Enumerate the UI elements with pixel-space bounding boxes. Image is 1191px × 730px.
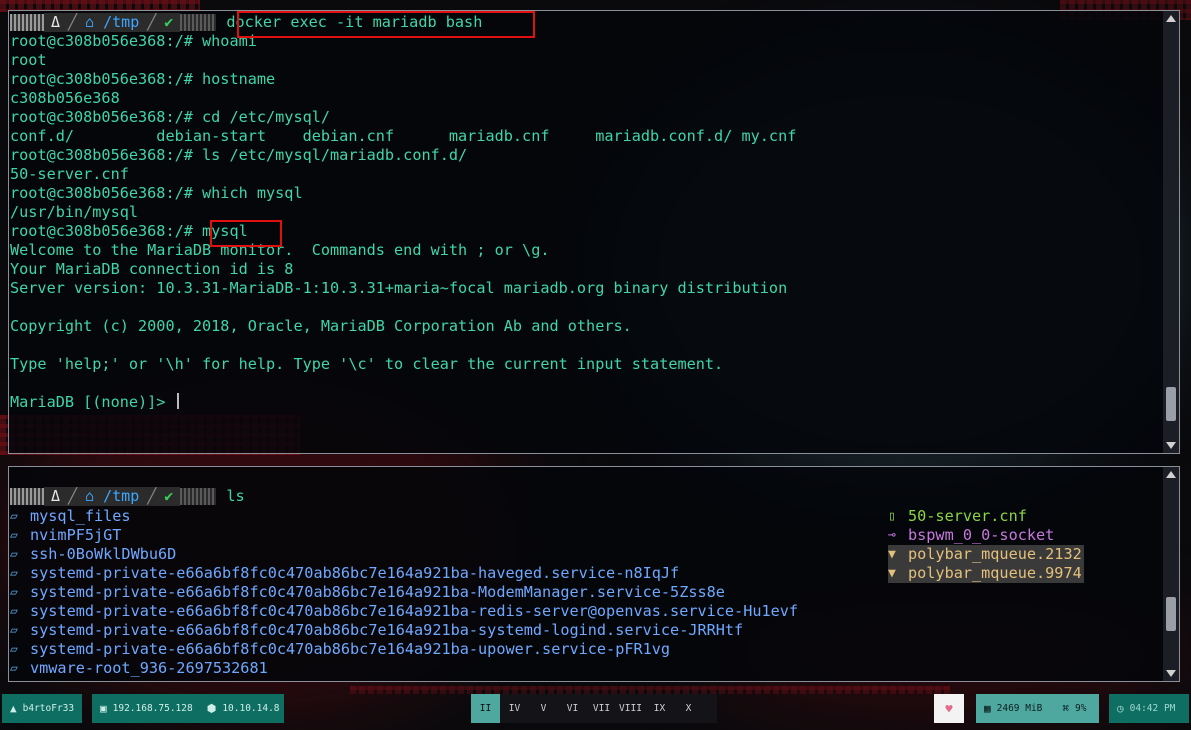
folder-icon: ▱	[10, 661, 18, 676]
folder-icon: ▱	[10, 623, 18, 638]
workspace-VI[interactable]: VI	[558, 703, 587, 714]
terminal-line: Copyright (c) 2000, 2018, Oracle, MariaD…	[10, 317, 632, 335]
prompt-status-ok-icon: ✔	[157, 13, 181, 32]
folder-icon: ▱	[10, 566, 18, 581]
workspace-VIII[interactable]: VIII	[616, 703, 645, 714]
terminal-line: Your MariaDB connection id is 8	[10, 260, 294, 278]
prompt-line: Δ ╱ ⌂ /tmp ╱ ✔ docker exec -it mariadb b…	[10, 13, 1161, 32]
user-module[interactable]: ▲ b4rtoFr33	[2, 694, 82, 723]
terminal-line: Server version: 10.3.31-MariaDB-1:10.3.3…	[10, 279, 788, 297]
terminal-line: root@c308b056e368:/# cd /etc/mysql/	[10, 108, 331, 126]
vpn-cube-icon: ⬢	[206, 702, 217, 715]
prompt-directory: ⌂ /tmp	[78, 13, 147, 32]
pipe-icon: ▼	[888, 566, 896, 581]
folder-icon: ▱	[10, 528, 18, 543]
cpu-icon: ⌘	[1062, 702, 1070, 715]
prompt-line: Δ ╱ ⌂ /tmp ╱ ✔ ls	[10, 487, 1161, 506]
system-stats-module: ▦ 2469 MiB ⌘ 9%	[976, 694, 1099, 723]
list-item: ▱ vmware-root_936-2697532681	[10, 659, 268, 677]
prompt-directory: ⌂ /tmp	[78, 487, 147, 506]
terminal-line: 50-server.cnf	[10, 165, 129, 183]
prompt-logo: Δ	[44, 487, 68, 506]
list-item: ▱ systemd-private-e66a6bf8fc0c470ab86bc7e…	[10, 602, 799, 620]
terminal-line: Welcome to the MariaDB monitor. Commands…	[10, 241, 550, 259]
scroll-up-icon[interactable]	[1166, 471, 1176, 478]
heart-icon[interactable]: ♥	[934, 694, 964, 723]
terminal-line: root@c308b056e368:/# ls /etc/mysql/maria…	[10, 146, 468, 164]
linux-icon: ▲	[10, 702, 17, 715]
scroll-thumb[interactable]	[1166, 387, 1176, 421]
scroll-thumb[interactable]	[1166, 597, 1176, 631]
pipe-icon: ▼	[888, 547, 896, 562]
network-module[interactable]: ▣ 192.168.75.128 ⬢ 10.10.14.8	[92, 694, 284, 723]
terminal-line: root	[10, 51, 47, 69]
prompt-stripe	[10, 14, 44, 31]
scroll-down-icon[interactable]	[1166, 442, 1176, 449]
terminal-output: root@c308b056e368:/# whoami root root@c308…	[10, 32, 1161, 412]
terminal-line: root@c308b056e368:/# whoami	[10, 32, 257, 50]
list-item: ▯ 50-server.cnf	[888, 507, 1027, 525]
terminal-line: Type 'help;' or '\h' for help. Type '\c'…	[10, 355, 724, 373]
terminal-line: c308b056e368	[10, 89, 120, 107]
workspace-IV[interactable]: IV	[500, 703, 529, 714]
terminal-line: conf.d/ debian-start debian.cnf mariadb.…	[10, 127, 797, 145]
monitor-icon: ▣	[100, 702, 107, 715]
terminal-line: MariaDB [(none)]>	[10, 393, 1161, 412]
terminal-window-bottom[interactable]: Δ ╱ ⌂ /tmp ╱ ✔ ls ▱ mysql_files ▱ nvimPF5jG…	[8, 466, 1180, 682]
highlight-mysql-command	[210, 220, 282, 247]
terminal-line: root@c308b056e368:/# which mysql	[10, 184, 303, 202]
scrollbar[interactable]	[1163, 11, 1179, 453]
list-item: ⊸ bspwm_0_0-socket	[888, 526, 1055, 544]
workspace-switcher[interactable]: II IV V VI VII VIII IX X	[471, 694, 717, 723]
list-item: ▼ polybar_mqueue.9974	[888, 564, 1084, 583]
list-item: ▱ nvimPF5jGT	[10, 526, 122, 544]
folder-icon: ▱	[10, 547, 18, 562]
list-item: ▱ systemd-private-e66a6bf8fc0c470ab86bc7e…	[10, 583, 725, 601]
workspace-VII[interactable]: VII	[587, 703, 616, 714]
list-item: ▱ systemd-private-e66a6bf8fc0c470ab86bc7e…	[10, 621, 744, 639]
folder-icon: ▱	[10, 642, 18, 657]
scroll-down-icon[interactable]	[1166, 670, 1176, 677]
file-icon: ▯	[888, 509, 896, 524]
terminal-line: /usr/bin/mysql	[10, 203, 139, 221]
list-item: ▼ polybar_mqueue.2132	[888, 545, 1084, 564]
folder-icon: ▱	[10, 585, 18, 600]
scrollbar[interactable]	[1163, 467, 1179, 681]
folder-icon: ▱	[10, 509, 18, 524]
terminal-line: root@c308b056e368:/# hostname	[10, 70, 276, 88]
list-item: ▱ systemd-private-e66a6bf8fc0c470ab86bc7e…	[10, 640, 671, 658]
text-cursor	[176, 393, 179, 409]
workspace-V[interactable]: V	[529, 703, 558, 714]
prompt-status-ok-icon: ✔	[157, 487, 181, 506]
list-item: ▱ ssh-0BoWklDWbu6D	[10, 545, 177, 563]
ls-directory-list: ▱ mysql_files ▱ nvimPF5jGT ▱ ssh-0BoWklDWbu6D…	[10, 507, 798, 678]
status-bar: ▲ b4rtoFr33 ▣ 192.168.75.128 ⬢ 10.10.14.…	[0, 690, 1191, 730]
home-folder-icon: ⌂	[85, 13, 95, 31]
home-folder-icon: ⌂	[85, 487, 95, 505]
highlight-docker-command	[237, 11, 535, 38]
folder-icon: ▱	[10, 604, 18, 619]
scroll-up-icon[interactable]	[1166, 15, 1176, 22]
workspace-IX[interactable]: IX	[645, 703, 674, 714]
clock-module: ◷ 04:42 PM	[1109, 694, 1189, 723]
prompt-logo: Δ	[44, 13, 68, 32]
socket-icon: ⊸	[888, 528, 896, 543]
ls-file-list: ▯ 50-server.cnf ⊸ bspwm_0_0-socket ▼ polybar_…	[888, 507, 1084, 583]
workspace-X[interactable]: X	[674, 703, 703, 714]
command-ls: ls	[226, 487, 245, 505]
clock-icon: ◷	[1117, 702, 1124, 715]
terminal-line: root@c308b056e368:/# mysql	[10, 222, 248, 240]
workspace-II[interactable]: II	[471, 694, 500, 723]
list-item: ▱ systemd-private-e66a6bf8fc0c470ab86bc7e…	[10, 564, 680, 582]
memory-icon: ▦	[984, 702, 991, 715]
terminal-window-top[interactable]: Δ ╱ ⌂ /tmp ╱ ✔ docker exec -it mariadb b…	[8, 10, 1180, 454]
list-item: ▱ mysql_files	[10, 507, 131, 525]
